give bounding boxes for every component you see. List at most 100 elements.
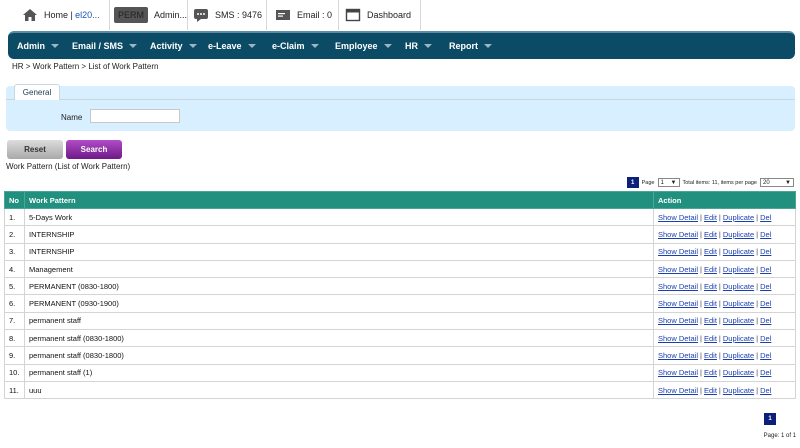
action-separator: |	[718, 299, 721, 309]
home-link[interactable]: Home | el20...	[22, 0, 110, 30]
show-detail-link[interactable]: Show Detail	[658, 299, 698, 308]
table-row: 11. uuu Show Detail | Edit | Duplicate | Del	[4, 380, 796, 400]
duplicate-link[interactable]: Duplicate	[723, 230, 754, 239]
pager-top: 1 Page 1 ▼ Total items: 11, items per pag…	[626, 177, 794, 188]
chevron-down-icon	[383, 44, 392, 48]
nav-email-sms[interactable]: Email / SMS	[72, 33, 138, 59]
edit-link[interactable]: Edit	[704, 299, 717, 308]
duplicate-link[interactable]: Duplicate	[723, 316, 754, 325]
nav-admin[interactable]: Admin	[17, 33, 59, 59]
table-row: 6. PERMANENT (0930-1900) Show Detail | Edit |…	[4, 294, 796, 313]
action-separator: |	[718, 351, 721, 361]
edit-link[interactable]: Edit	[704, 213, 717, 222]
edit-link[interactable]: Edit	[704, 386, 717, 395]
edit-link[interactable]: Edit	[704, 334, 717, 343]
edit-link[interactable]: Edit	[704, 230, 717, 239]
del-link[interactable]: Del	[760, 334, 771, 343]
duplicate-link[interactable]: Duplicate	[723, 213, 754, 222]
nav-hr[interactable]: HR	[405, 33, 432, 59]
del-link[interactable]: Del	[760, 247, 771, 256]
edit-link[interactable]: Edit	[704, 368, 717, 377]
action-separator: |	[756, 247, 759, 257]
del-link[interactable]: Del	[760, 265, 771, 274]
cell-no: 10.	[4, 363, 25, 382]
duplicate-link[interactable]: Duplicate	[723, 247, 754, 256]
chevron-down-icon	[424, 44, 432, 48]
del-link[interactable]: Del	[760, 351, 771, 360]
sms-counter[interactable]: SMS : 9476	[193, 0, 267, 30]
duplicate-link[interactable]: Duplicate	[723, 386, 754, 395]
nav-activity[interactable]: Activity	[150, 33, 197, 59]
show-detail-link[interactable]: Show Detail	[658, 316, 698, 325]
nav-e-claim[interactable]: e-Claim	[272, 33, 319, 59]
edit-link[interactable]: Edit	[704, 316, 717, 325]
search-button[interactable]: Search	[66, 140, 122, 159]
name-input[interactable]	[90, 109, 180, 123]
show-detail-link[interactable]: Show Detail	[658, 282, 698, 291]
action-separator: |	[718, 247, 721, 257]
duplicate-link[interactable]: Duplicate	[723, 334, 754, 343]
edit-link[interactable]: Edit	[704, 247, 717, 256]
chevron-down-icon	[51, 44, 59, 48]
cell-action: Show Detail | Edit | Duplicate | Del	[653, 242, 796, 261]
dashboard-link[interactable]: Dashboard	[345, 0, 421, 30]
nav-report[interactable]: Report	[449, 33, 492, 59]
tab-general[interactable]: General	[14, 84, 60, 100]
page-select[interactable]: 1 ▼	[657, 178, 680, 187]
show-detail-link[interactable]: Show Detail	[658, 213, 698, 222]
show-detail-link[interactable]: Show Detail	[658, 334, 698, 343]
show-detail-link[interactable]: Show Detail	[658, 265, 698, 274]
action-separator: |	[700, 229, 702, 239]
cell-work-pattern: PERMANENT (0830-1800)	[24, 277, 654, 296]
main-nav: Admin Email / SMS Activity e-Leave e-Cla…	[8, 31, 795, 59]
admin-menu[interactable]: PERM Admin...	[114, 0, 188, 30]
action-separator: |	[700, 264, 702, 274]
page-button-current[interactable]: 1	[626, 177, 639, 188]
action-separator: |	[756, 385, 759, 395]
edit-link[interactable]: Edit	[704, 351, 717, 360]
page-button-bottom[interactable]: 1	[764, 413, 776, 425]
email-counter[interactable]: Email : 0	[275, 0, 339, 30]
cell-action: Show Detail | Edit | Duplicate | Del	[653, 294, 796, 313]
chevron-down-icon	[484, 44, 492, 48]
action-separator: |	[718, 316, 721, 326]
show-detail-link[interactable]: Show Detail	[658, 386, 698, 395]
duplicate-link[interactable]: Duplicate	[723, 299, 754, 308]
cell-action: Show Detail | Edit | Duplicate | Del	[653, 225, 796, 244]
show-detail-link[interactable]: Show Detail	[658, 351, 698, 360]
page-info: Page: 1 of 1	[763, 433, 796, 439]
cell-no: 6.	[4, 294, 25, 313]
show-detail-link[interactable]: Show Detail	[658, 368, 698, 377]
del-link[interactable]: Del	[760, 230, 771, 239]
duplicate-link[interactable]: Duplicate	[723, 282, 754, 291]
action-separator: |	[718, 368, 721, 378]
table-row: 5. PERMANENT (0830-1800) Show Detail | Edit |…	[4, 277, 796, 296]
nav-label: e-Claim	[272, 41, 305, 51]
duplicate-link[interactable]: Duplicate	[723, 351, 754, 360]
duplicate-link[interactable]: Duplicate	[723, 368, 754, 377]
show-detail-link[interactable]: Show Detail	[658, 230, 698, 239]
tab-divider	[6, 99, 795, 100]
reset-button[interactable]: Reset	[7, 140, 63, 159]
col-header-action: Action	[653, 191, 796, 209]
del-link[interactable]: Del	[760, 282, 771, 291]
table-row: 1. 5-Days Work Show Detail | Edit | Duplicate |…	[4, 207, 796, 227]
del-link[interactable]: Del	[760, 386, 771, 395]
nav-employee[interactable]: Employee	[335, 33, 392, 59]
nav-e-leave[interactable]: e-Leave	[208, 33, 256, 59]
cell-action: Show Detail | Edit | Duplicate | Del	[653, 259, 796, 279]
per-page-select[interactable]: 20 ▼	[760, 178, 794, 187]
nav-label: e-Leave	[208, 41, 242, 51]
action-separator: |	[718, 229, 721, 239]
show-detail-link[interactable]: Show Detail	[658, 247, 698, 256]
del-link[interactable]: Del	[760, 316, 771, 325]
edit-link[interactable]: Edit	[704, 265, 717, 274]
del-link[interactable]: Del	[760, 213, 771, 222]
col-header-no: No	[4, 191, 25, 209]
del-link[interactable]: Del	[760, 368, 771, 377]
home-user-link[interactable]: el20...	[75, 10, 100, 20]
del-link[interactable]: Del	[760, 299, 771, 308]
duplicate-link[interactable]: Duplicate	[723, 265, 754, 274]
edit-link[interactable]: Edit	[704, 282, 717, 291]
action-separator: |	[756, 281, 759, 291]
